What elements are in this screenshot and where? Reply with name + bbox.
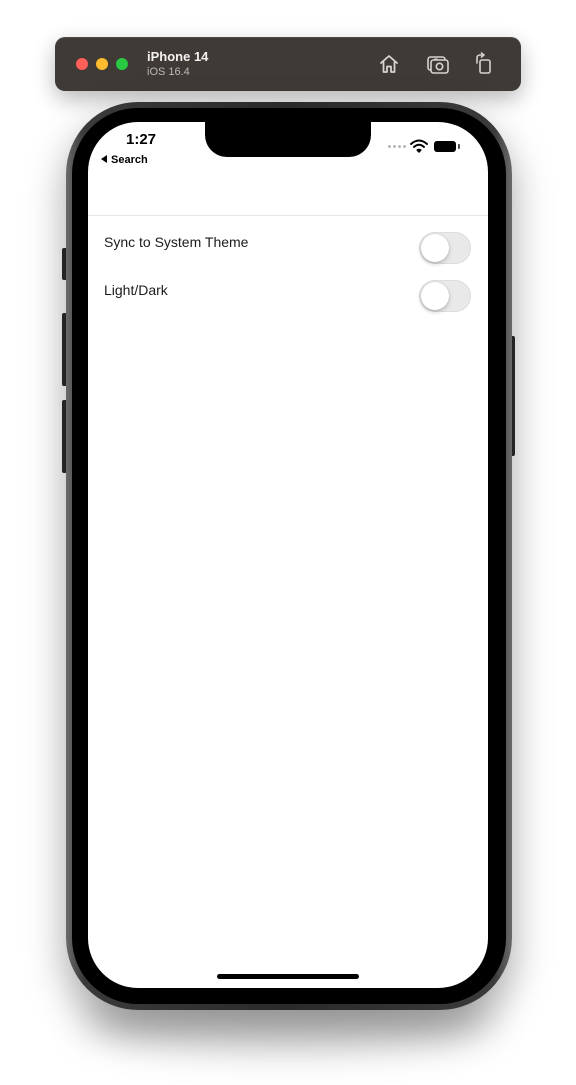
home-indicator[interactable] (217, 974, 359, 979)
battery-cap (458, 144, 460, 149)
dynamic-notch (205, 122, 371, 157)
home-icon (380, 55, 398, 73)
home-button[interactable] (376, 51, 402, 77)
simulator-stage: iPhone 14 iOS 16.4 1:27 Search Sync to S… (0, 0, 576, 1085)
sync-system-theme-label: Sync to System Theme (104, 234, 249, 250)
settings-list: Sync to System Theme Light/Dark (88, 216, 488, 312)
battery-icon (434, 141, 456, 152)
light-dark-toggle[interactable] (419, 280, 471, 312)
device-screen: 1:27 Search Sync to System Theme Light/D… (88, 122, 488, 988)
os-version: iOS 16.4 (147, 66, 190, 78)
simulator-title-bar: iPhone 14 iOS 16.4 (55, 37, 521, 91)
minimize-window-button[interactable] (96, 58, 108, 70)
toggle-knob (421, 282, 449, 310)
rotate-icon (476, 52, 491, 74)
screenshot-button[interactable] (425, 51, 451, 77)
light-dark-label: Light/Dark (104, 282, 168, 298)
device-name: iPhone 14 (147, 49, 209, 64)
status-time: 1:27 (126, 131, 157, 148)
setting-row-sync-system-theme: Sync to System Theme (88, 216, 488, 264)
status-icons (388, 139, 468, 153)
rotate-button[interactable] (471, 51, 497, 77)
screenshot-icon (427, 56, 449, 74)
back-to-search-link[interactable]: Search (101, 154, 148, 167)
toggle-knob (421, 234, 449, 262)
back-arrow-icon (101, 155, 107, 163)
wifi-icon (410, 139, 428, 153)
close-window-button[interactable] (76, 58, 88, 70)
setting-row-light-dark: Light/Dark (88, 264, 488, 312)
sync-system-theme-toggle[interactable] (419, 232, 471, 264)
cellular-signal-icon (388, 145, 406, 149)
back-link-label: Search (111, 154, 148, 166)
zoom-window-button[interactable] (116, 58, 128, 70)
